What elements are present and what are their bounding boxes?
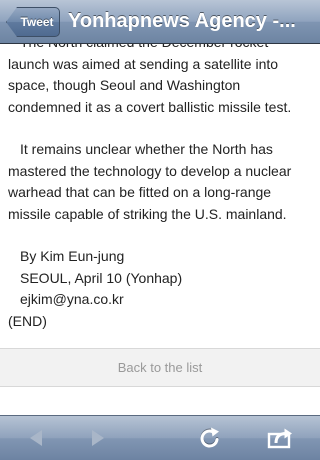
byline: By Kim Eun-jung [20,248,125,264]
bottom-toolbar [0,415,320,460]
tweet-back-button-label: Tweet [20,15,54,29]
refresh-icon[interactable] [196,424,224,452]
page-title: Yonhapnews Agency -... [68,10,296,32]
article-text: launch was aimed at sending a satellite … [8,55,292,115]
back-arrow-icon[interactable] [22,424,50,452]
forward-arrow-icon[interactable] [84,424,112,452]
dateline: SEOUL, April 10 (Yonhap) [20,269,183,286]
article-text: It remains unclear whether the North has… [8,141,292,222]
article-content[interactable]: The North claimed the December rocket la… [0,44,320,348]
end-marker: (END) [8,312,47,329]
article-paragraph: The North claimed the December rocket la… [8,44,314,118]
article-text: The North claimed the December rocket [8,44,268,54]
spacer [0,387,320,415]
back-to-list-button[interactable]: Back to the list [0,348,320,387]
article-paragraph: It remains unclear whether the North has… [8,139,314,225]
navigation-bar: Tweet Yonhapnews Agency -... [0,0,320,44]
tweet-back-button[interactable]: Tweet [6,7,60,37]
share-icon[interactable] [266,424,294,452]
article-body: The North claimed the December rocket la… [0,44,320,332]
author-email: ejkim@yna.co.kr [20,291,124,307]
back-to-list-label: Back to the list [117,360,203,375]
